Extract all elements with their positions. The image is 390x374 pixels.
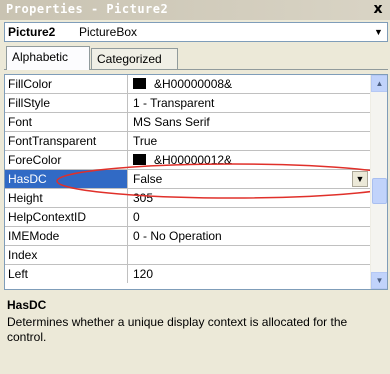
property-name: FillStyle [5, 94, 128, 112]
property-value-text: &H00000012& [154, 153, 233, 167]
property-row-forecolor[interactable]: ForeColor &H00000012& [5, 151, 370, 170]
property-name: FontTransparent [5, 132, 128, 150]
color-swatch [133, 154, 146, 165]
chevron-down-icon[interactable]: ▼ [370, 23, 387, 41]
dropdown-button[interactable]: ▼ [352, 171, 368, 187]
property-value[interactable]: 120 [129, 265, 370, 283]
scrollbar-thumb[interactable] [372, 178, 387, 204]
property-value[interactable]: 0 - No Operation [129, 227, 370, 245]
color-swatch [133, 78, 146, 89]
property-name: ForeColor [5, 151, 128, 169]
property-row-left[interactable]: Left 120 [5, 265, 370, 283]
object-type: PictureBox [79, 25, 138, 39]
property-name: IMEMode [5, 227, 128, 245]
close-button[interactable]: x [370, 1, 386, 18]
property-row-fonttransparent[interactable]: FontTransparent True [5, 132, 370, 151]
property-value[interactable]: &H00000012& [129, 151, 370, 169]
property-grid: FillColor &H00000008& FillStyle 1 - Tran… [4, 74, 388, 290]
property-value-text: &H00000008& [154, 77, 233, 91]
window-title: Properties - Picture2 [6, 2, 169, 16]
property-row-font[interactable]: Font MS Sans Serif [5, 113, 370, 132]
property-row-fillstyle[interactable]: FillStyle 1 - Transparent [5, 94, 370, 113]
property-name: Font [5, 113, 128, 131]
object-name: Picture2 [8, 25, 56, 39]
property-value-text: False [133, 172, 163, 186]
property-value[interactable]: False ▼ [129, 170, 370, 188]
property-list: FillColor &H00000008& FillStyle 1 - Tran… [5, 75, 370, 283]
scroll-down-icon[interactable]: ▼ [371, 272, 387, 289]
scroll-up-icon[interactable]: ▲ [371, 75, 387, 92]
vertical-scrollbar[interactable]: ▲ ▼ [370, 75, 387, 289]
property-value[interactable]: MS Sans Serif [129, 113, 370, 131]
property-row-fillcolor[interactable]: FillColor &H00000008& [5, 75, 370, 94]
object-selector[interactable]: Picture2 PictureBox ▼ [4, 22, 388, 42]
tab-alphabetic[interactable]: Alphabetic [6, 46, 90, 70]
property-row-imemode[interactable]: IMEMode 0 - No Operation [5, 227, 370, 246]
description-title: HasDC [7, 298, 47, 312]
property-row-hasdc[interactable]: HasDC False ▼ [5, 170, 370, 189]
property-row-helpcontextid[interactable]: HelpContextID 0 [5, 208, 370, 227]
property-name: Left [5, 265, 128, 283]
property-value[interactable]: 0 [129, 208, 370, 226]
tab-categorized[interactable]: Categorized [91, 48, 178, 70]
property-row-index[interactable]: Index [5, 246, 370, 265]
property-name: HelpContextID [5, 208, 128, 226]
property-value[interactable]: &H00000008& [129, 75, 370, 93]
property-value[interactable] [129, 246, 370, 264]
title-bar: Properties - Picture2 x [0, 0, 390, 20]
property-name: Height [5, 189, 128, 207]
property-name: Index [5, 246, 128, 264]
description-text: Determines whether a unique display cont… [7, 315, 348, 344]
property-value[interactable]: 305 [129, 189, 370, 207]
property-value[interactable]: True [129, 132, 370, 150]
property-value[interactable]: 1 - Transparent [129, 94, 370, 112]
property-name: HasDC [5, 170, 128, 188]
property-row-height[interactable]: Height 305 [5, 189, 370, 208]
property-name: FillColor [5, 75, 128, 93]
